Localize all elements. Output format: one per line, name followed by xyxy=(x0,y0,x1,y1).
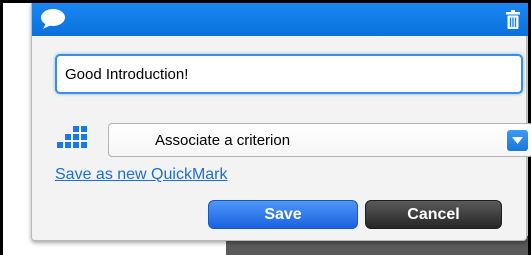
quickmark-popup: Associate a criterion Save as new QuickM… xyxy=(31,3,531,241)
trash-icon[interactable] xyxy=(506,10,520,29)
chevron-down-icon[interactable] xyxy=(507,130,528,151)
save-button[interactable]: Save xyxy=(208,200,358,229)
popup-header xyxy=(32,3,528,36)
cancel-button[interactable]: Cancel xyxy=(365,200,502,229)
criterion-select-label: Associate a criterion xyxy=(155,132,291,149)
speech-bubble-icon xyxy=(40,8,66,30)
grid-icon xyxy=(55,126,87,154)
save-as-quickmark-link[interactable]: Save as new QuickMark xyxy=(55,166,228,184)
window-border-left xyxy=(0,0,3,255)
criterion-select[interactable]: Associate a criterion xyxy=(108,123,531,157)
comment-input[interactable] xyxy=(55,54,523,94)
